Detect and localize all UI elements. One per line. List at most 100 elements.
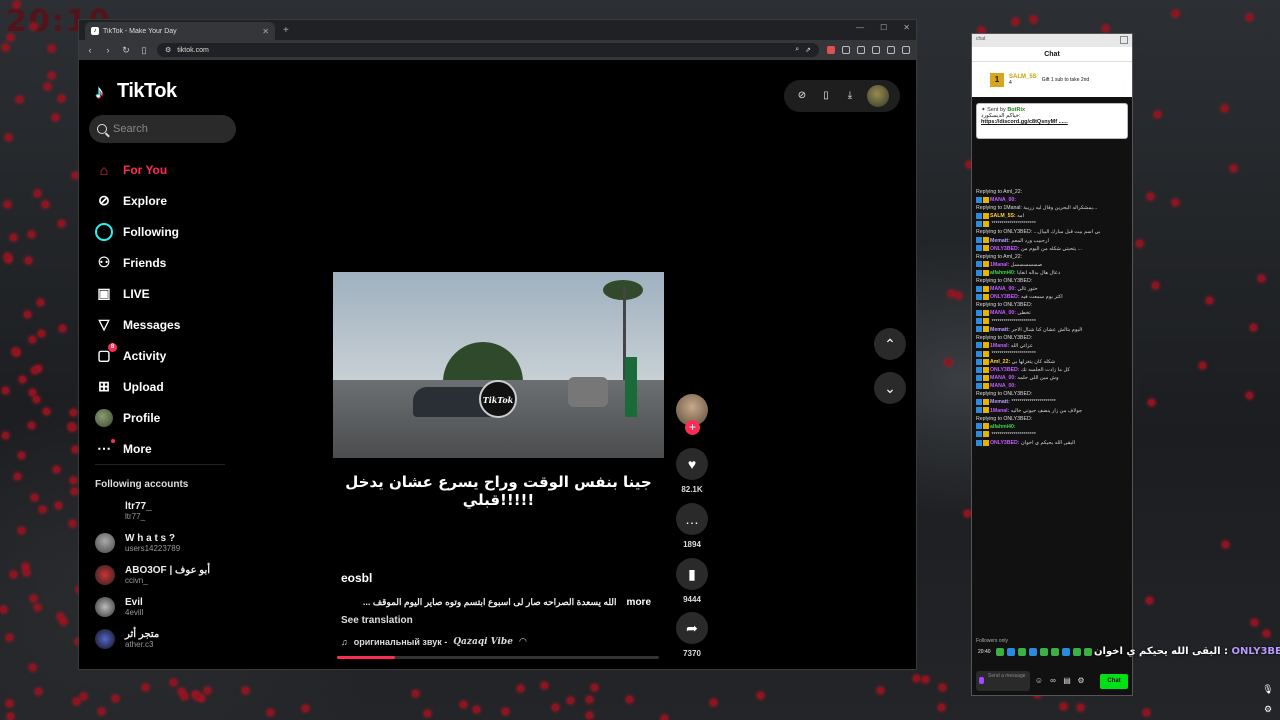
- chat-message[interactable]: Aml_22: شكله كان يتغزلها بي: [976, 358, 1128, 366]
- chat-message[interactable]: 1Manal: عزائي الله: [976, 342, 1128, 350]
- video-author[interactable]: eosbl: [341, 571, 372, 585]
- chat-message[interactable]: alfahmi40: دعال هال بداله انغابا: [976, 269, 1128, 277]
- sidebar-item-upload[interactable]: ⊞ Upload: [95, 371, 235, 402]
- forward-icon[interactable]: ›: [103, 45, 113, 55]
- chat-message[interactable]: ONLY3BED: اكثر يوم سمعت فيه: [976, 293, 1128, 301]
- emoji-icon[interactable]: ☺: [1034, 676, 1044, 686]
- emote[interactable]: [1083, 648, 1092, 656]
- sidebar-item-profile[interactable]: Profile: [95, 402, 235, 433]
- video-progress-bar[interactable]: [337, 656, 659, 659]
- emote[interactable]: [1006, 648, 1015, 656]
- previous-video-button[interactable]: ⌃: [874, 328, 906, 360]
- zoom-icon[interactable]: ⌕: [795, 46, 799, 54]
- close-tab-icon[interactable]: ✕: [262, 27, 269, 36]
- chat-username[interactable]: alfahmi40:: [990, 270, 1016, 276]
- chat-username[interactable]: 1Manal:: [990, 408, 1009, 414]
- chat-message[interactable]: MANA_00:: [976, 382, 1128, 390]
- account-item[interactable]: متجر أثر ather.c3: [95, 623, 245, 655]
- share-button[interactable]: ➦ 7370: [676, 612, 708, 658]
- next-video-button[interactable]: ⌄: [874, 372, 906, 404]
- see-translation-link[interactable]: See translation: [341, 615, 413, 626]
- downloads-icon[interactable]: [887, 46, 895, 54]
- chat-message[interactable]: **********************: [976, 220, 1128, 228]
- account-item[interactable]: ltr77_ ltr77_: [95, 495, 245, 527]
- chat-username[interactable]: ONLY3BED:: [990, 440, 1020, 446]
- chat-message[interactable]: SALM_5S: امه: [976, 212, 1128, 220]
- chat-message[interactable]: Mematt: اليوم بتالش عشان كنا شنال الاجر: [976, 326, 1128, 334]
- address-bar[interactable]: ⚙ tiktok.com ⌕ ⇗: [157, 43, 819, 57]
- comment-button[interactable]: … 1894: [676, 503, 708, 549]
- emote[interactable]: [1039, 648, 1048, 656]
- chat-username[interactable]: Mematt:: [990, 399, 1010, 405]
- chat-username[interactable]: alfahmi40:: [990, 424, 1016, 430]
- emote[interactable]: [1072, 648, 1081, 656]
- chat-username[interactable]: 1Manal:: [990, 262, 1009, 268]
- like-button[interactable]: ♥ 82.1K: [676, 448, 708, 494]
- chat-message[interactable]: 1Manal: جولاف من زار ينضف حيوتي خاليه: [976, 407, 1128, 415]
- extension-icon[interactable]: [842, 46, 850, 54]
- sidebar-item-friends[interactable]: ⚇ Friends: [95, 247, 235, 278]
- chat-username[interactable]: MANA_00:: [990, 197, 1016, 203]
- chat-username[interactable]: MANA_00:: [990, 383, 1016, 389]
- discord-link[interactable]: https://discord.gg/c8tQsnyMf ......: [981, 119, 1123, 125]
- settings-icon[interactable]: ⚙: [1262, 703, 1274, 715]
- chat-message[interactable]: **********************: [976, 318, 1128, 326]
- extension-red-icon[interactable]: [827, 46, 835, 54]
- phone-icon[interactable]: ▯: [819, 89, 833, 103]
- back-icon[interactable]: ‹: [85, 45, 95, 55]
- site-info-icon[interactable]: ⚙: [165, 46, 171, 54]
- minimize-icon[interactable]: —: [856, 23, 864, 32]
- account-item[interactable]: W h a t s ? users14223789: [95, 527, 245, 559]
- chat-username[interactable]: 1Manal:: [990, 343, 1009, 349]
- compass-icon[interactable]: ⊘: [795, 89, 809, 103]
- save-button[interactable]: ▮ 9444: [676, 558, 708, 604]
- chat-message[interactable]: MANA_00: حتور تالي: [976, 285, 1128, 293]
- chat-message[interactable]: 1Manal: صسسسسسل: [976, 261, 1128, 269]
- sidebar-item-live[interactable]: ▣ LIVE: [95, 278, 235, 309]
- menu-icon[interactable]: [902, 46, 910, 54]
- emote[interactable]: [1061, 648, 1070, 656]
- share-icon[interactable]: ⇗: [805, 46, 811, 54]
- chat-message[interactable]: MANA_00: وش مين اللي حلمه: [976, 374, 1128, 382]
- chat-username[interactable]: ONLY3BED:: [990, 367, 1020, 373]
- tiktok-logo[interactable]: ♪ TikTok: [95, 80, 177, 103]
- chat-username[interactable]: MANA_00:: [990, 310, 1016, 316]
- top-gifter-name[interactable]: SALM_5S: [1009, 74, 1037, 80]
- video-player[interactable]: TikTok: [333, 272, 664, 458]
- sidebar-item-activity[interactable]: ▢ 8 Activity: [95, 340, 235, 371]
- emote[interactable]: [1028, 648, 1037, 656]
- chat-username[interactable]: ONLY3BED:: [990, 246, 1020, 252]
- close-window-icon[interactable]: ✕: [903, 23, 910, 32]
- account-item[interactable]: Evil 4evill: [95, 591, 245, 623]
- microphone-icon[interactable]: 🎙: [1262, 683, 1274, 695]
- more-button[interactable]: more: [627, 597, 651, 608]
- creator-avatar[interactable]: +: [676, 394, 708, 435]
- emote[interactable]: [1050, 648, 1059, 656]
- chat-message[interactable]: alfahmi40:: [976, 423, 1128, 431]
- send-chat-button[interactable]: Chat: [1100, 673, 1128, 689]
- search-input[interactable]: Search: [89, 115, 236, 143]
- maximize-icon[interactable]: [1120, 36, 1128, 44]
- settings-icon[interactable]: ⚙: [1076, 676, 1086, 686]
- chat-username[interactable]: Mematt:: [990, 327, 1010, 333]
- chat-username[interactable]: MANA_00:: [990, 286, 1016, 292]
- sidebar-item-messages[interactable]: ▽ Messages: [95, 309, 235, 340]
- chat-message[interactable]: Mematt: ارحبيب ورد المعم: [976, 237, 1128, 245]
- new-tab-button[interactable]: +: [283, 25, 289, 36]
- chat-username[interactable]: Mematt:: [990, 238, 1010, 244]
- follow-plus-icon[interactable]: +: [685, 420, 700, 435]
- chat-message-list[interactable]: Replying to Aml_22: MANA_00: Replying to …: [976, 188, 1128, 635]
- chat-message[interactable]: ONLY3BED: اليقى الله يحيكم ي اخوان: [976, 439, 1128, 447]
- chat-message[interactable]: Mematt: **********************: [976, 398, 1128, 406]
- account-item[interactable]: ABO3OF | أبو عوف ccivn_: [95, 559, 245, 591]
- bookmark-icon[interactable]: ▯: [139, 45, 149, 56]
- store-icon[interactable]: ▤: [1062, 676, 1072, 686]
- maximize-icon[interactable]: ☐: [880, 23, 887, 32]
- sidebar-item-more[interactable]: ⋯ More: [95, 433, 235, 464]
- chat-message[interactable]: **********************: [976, 431, 1128, 439]
- user-avatar[interactable]: [867, 85, 889, 107]
- chat-message-input[interactable]: Send a message: [976, 671, 1030, 691]
- reload-icon[interactable]: ↻: [121, 45, 131, 56]
- sidebar-icon[interactable]: [872, 46, 880, 54]
- sidebar-item-following[interactable]: Following: [95, 216, 235, 247]
